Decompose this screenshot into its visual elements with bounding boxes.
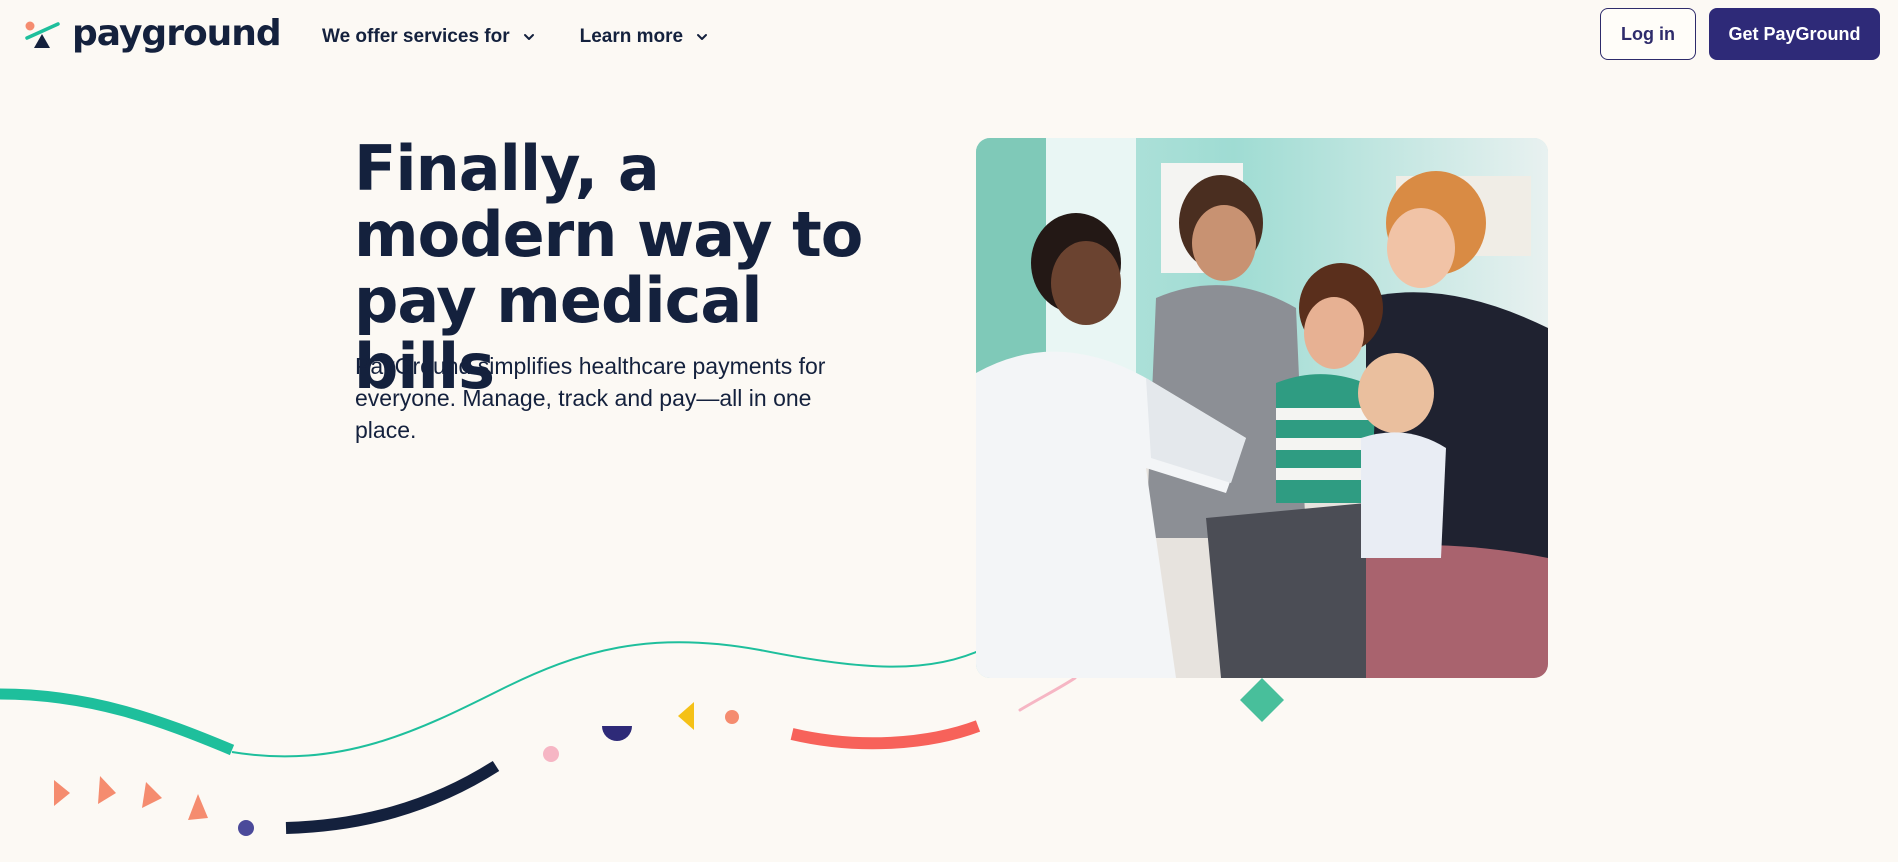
thin-teal-wave	[231, 641, 986, 758]
half-circle	[602, 726, 632, 741]
thick-teal-swoosh	[0, 688, 235, 756]
nav-learn-more-label: Learn more	[579, 26, 684, 47]
salmon-dot	[725, 710, 739, 724]
salmon-triangle	[142, 782, 162, 808]
get-payground-button[interactable]: Get PayGround	[1709, 8, 1880, 60]
navy-arc	[285, 760, 500, 834]
site-header: payground We offer services for Learn mo…	[0, 0, 1898, 72]
nav-services-label: We offer services for	[322, 26, 510, 47]
doctor-family-photo	[976, 138, 1548, 678]
login-button[interactable]: Log in	[1600, 8, 1696, 60]
logo-mark-icon	[25, 21, 60, 48]
main-nav: We offer services for Learn more	[322, 22, 709, 52]
salmon-triangle	[98, 776, 116, 804]
coral-arc	[790, 720, 981, 750]
nav-learn-more-dropdown[interactable]: Learn more	[580, 22, 709, 52]
salmon-triangle	[54, 780, 70, 806]
payground-logo[interactable]: payground	[24, 12, 282, 56]
decorative-confetti	[0, 641, 1284, 836]
pink-dot	[543, 746, 559, 762]
teal-diamond	[1240, 678, 1284, 722]
indigo-dot	[238, 820, 254, 836]
chevron-down-icon	[523, 34, 534, 40]
yellow-triangle	[678, 702, 694, 730]
chevron-down-icon	[697, 34, 708, 40]
nav-services-dropdown[interactable]: We offer services for	[322, 22, 536, 52]
logo-wordmark: payground	[72, 13, 282, 54]
hero-photo	[976, 138, 1548, 678]
salmon-triangle	[188, 794, 208, 820]
hero-subheadline: PayGround simplifies healthcare payments…	[355, 353, 826, 443]
pink-line	[1018, 676, 1077, 712]
